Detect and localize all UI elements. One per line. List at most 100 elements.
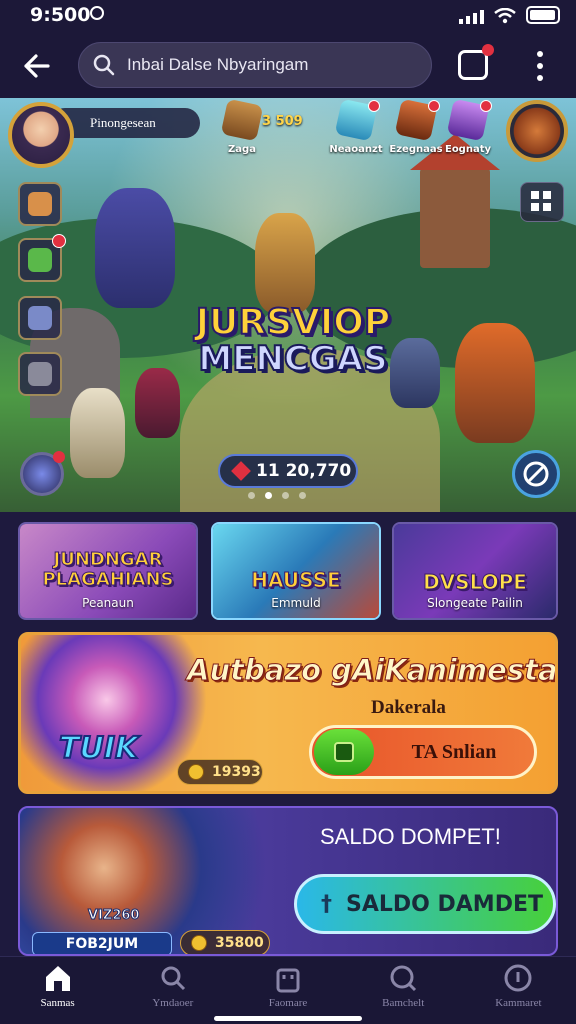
nav-label: Bamchelt: [382, 997, 425, 1009]
coin-icon: [191, 935, 207, 951]
carousel-dot[interactable]: [299, 492, 306, 499]
hero-character: [70, 388, 125, 478]
nav-item-info[interactable]: Kammaret: [461, 957, 576, 1024]
wifi-icon: [494, 8, 516, 24]
status-bar: 9:500: [0, 0, 576, 32]
status-icons: [459, 6, 560, 24]
side-menu-item[interactable]: [18, 352, 62, 396]
game-tile[interactable]: JUNDNGAR PLAGAHIANS Peanaun: [18, 522, 198, 620]
hero-character: [455, 323, 535, 443]
battery-icon: [526, 6, 560, 24]
coin-value: 19393: [212, 764, 261, 780]
mail-icon: [28, 362, 52, 386]
magnifier-icon: [390, 965, 417, 992]
coin-counter: 19393: [177, 759, 263, 785]
status-time: 9:500: [30, 4, 91, 26]
home-icon: [45, 966, 70, 991]
tile-subtitle: Peanaun: [82, 596, 134, 610]
nav-item-home[interactable]: Sanmas: [0, 957, 115, 1024]
chest-icon: [220, 98, 264, 142]
controller-icon: [314, 729, 374, 775]
carousel-dots[interactable]: [248, 492, 306, 499]
calendar-icon[interactable]: [458, 44, 494, 80]
castle-illustration: [410, 134, 500, 268]
nav-label: Ymdaoer: [152, 997, 194, 1009]
coin-counter: 35800: [180, 930, 270, 954]
side-menu-item[interactable]: [18, 182, 62, 226]
grid-menu-icon[interactable]: [520, 182, 564, 222]
player-profile[interactable]: Pinongesean: [8, 102, 202, 168]
tile-title: DVSLOPE: [423, 570, 528, 594]
notification-icon: [90, 6, 104, 20]
carousel-dot[interactable]: [282, 492, 289, 499]
hero-banner[interactable]: Pinongesean Zaga 3 509 Neaoanzt Ezegnaas…: [0, 98, 576, 512]
resource-item[interactable]: Eognaty: [428, 98, 508, 162]
wallet-title: SALDO DOMPET!: [320, 824, 501, 849]
info-icon: [504, 964, 532, 992]
coin-icon: [188, 764, 204, 780]
hero-title-line2: MENCGAS: [197, 338, 388, 379]
notification-badge: [482, 44, 494, 56]
block-icon[interactable]: [512, 450, 560, 498]
signal-icon: [459, 8, 484, 24]
wallet-mini-tag: VIZ260: [87, 908, 140, 924]
resource-item[interactable]: Zaga: [202, 98, 282, 162]
wallet-button[interactable]: † SALDO DAMDET: [294, 874, 556, 934]
notification-badge: [52, 234, 66, 248]
hero-counter-value: 11 20,770: [256, 461, 352, 481]
game-tile[interactable]: HAUSSE Emmuld: [211, 522, 381, 620]
search-bar[interactable]: [78, 42, 432, 88]
quest-icon: [28, 306, 52, 330]
wallet-banner[interactable]: SALDO DOMPET! VIZ260 FOB2JUM 35800 † SAL…: [18, 806, 558, 956]
more-menu-icon[interactable]: [530, 48, 550, 84]
search-input[interactable]: [127, 55, 417, 75]
promo-logo: TUIK: [58, 730, 139, 767]
promo-action-button[interactable]: TA Snlian: [309, 725, 537, 779]
hero-title: JURSVIOP MENCGAS: [182, 302, 404, 379]
bag-icon: [276, 968, 300, 993]
home-indicator[interactable]: [214, 1016, 362, 1021]
coin-value: 35800: [215, 935, 264, 951]
nav-label: Sanmas: [40, 997, 75, 1009]
nav-item-explore[interactable]: Bamchelt: [346, 957, 461, 1024]
nav-item-bag[interactable]: Faomare: [230, 957, 345, 1024]
hero-character: [255, 213, 315, 313]
back-arrow-icon[interactable]: [18, 46, 58, 86]
top-bar: [0, 32, 576, 98]
side-menu-item[interactable]: [18, 296, 62, 340]
promo-banner[interactable]: Autbazo gAiKanimestail! Dakerala TUIK 19…: [18, 632, 558, 794]
carousel-dot[interactable]: [248, 492, 255, 499]
gift-icon: [28, 248, 52, 272]
side-menu-item[interactable]: [18, 234, 66, 282]
hero-title-line1: JURSVIOP: [195, 302, 392, 343]
resource-label: Eognaty: [444, 144, 492, 155]
tile-title: JUNDNGAR PLAGAHIANS: [42, 549, 174, 590]
hero-character: [135, 368, 180, 438]
nav-label: Faomare: [268, 997, 308, 1009]
search-icon: [161, 966, 185, 991]
wallet-tag: FOB2JUM: [32, 932, 172, 954]
notification-badge: [480, 100, 492, 112]
promo-title: Autbazo gAiKanimestail!: [187, 653, 558, 688]
bottom-navigation: Sanmas Ymdaoer Faomare Bamchelt Kammaret: [0, 956, 576, 1024]
nav-item-search[interactable]: Ymdaoer: [115, 957, 230, 1024]
gem-shop-icon[interactable]: [20, 451, 65, 496]
nav-label: Kammaret: [495, 997, 542, 1009]
resource-value: 3 509: [262, 114, 303, 129]
wallet-button-label: SALDO DAMDET: [346, 891, 543, 917]
shop-icon[interactable]: [506, 100, 568, 162]
tile-subtitle: Emmuld: [271, 596, 321, 610]
game-tile[interactable]: DVSLOPE Slongeate Pailin: [392, 522, 558, 620]
promo-action-label: TA Snlian: [411, 740, 497, 763]
hero-counter[interactable]: 11 20,770: [218, 454, 358, 488]
avatar[interactable]: [8, 102, 74, 168]
pet-icon: [28, 192, 52, 216]
search-icon: [93, 54, 115, 76]
sword-icon: †: [321, 891, 332, 917]
carousel-dot-active[interactable]: [265, 492, 272, 499]
promo-subtitle: Dakerala: [371, 697, 446, 718]
hero-character: [95, 188, 175, 308]
tile-subtitle: Slongeate Pailin: [427, 596, 523, 610]
resource-label: Zaga: [228, 144, 256, 155]
notification-badge: [53, 451, 65, 463]
